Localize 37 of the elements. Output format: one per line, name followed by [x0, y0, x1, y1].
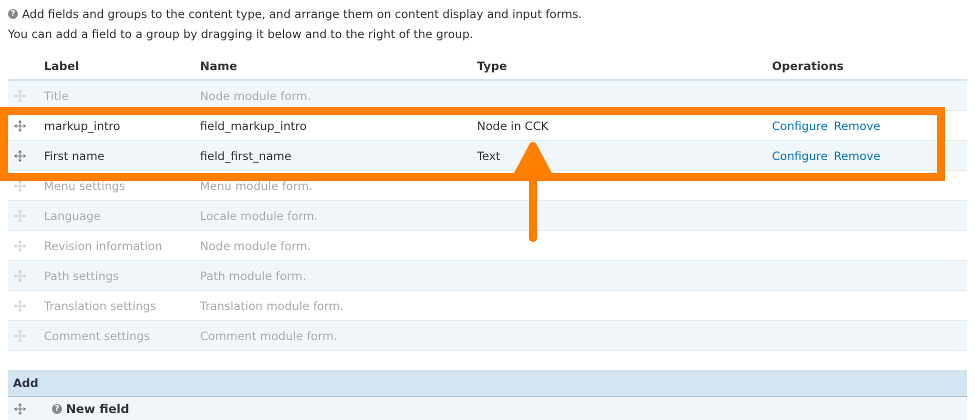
field-label: Title [44, 88, 69, 102]
help-icon: ? [52, 404, 62, 414]
column-header: Label [44, 58, 80, 72]
field-name: Path module form. [200, 268, 306, 282]
field-label: Comment settings [44, 328, 150, 342]
field-label: First name [44, 148, 104, 162]
column-header: Name [200, 58, 238, 72]
drag-handle-icon[interactable] [14, 150, 26, 162]
field-name: field_first_name [200, 148, 292, 162]
new-field-label: New field [66, 402, 130, 416]
help-text: You can add a field to a group by dragging it below and to the right of the group. [8, 26, 474, 43]
remove-link[interactable]: Remove [834, 118, 880, 132]
field-name: Comment module form. [200, 328, 338, 342]
help-text: Add fields and groups to the content type, and arrange them on content display and input forms. [22, 6, 582, 23]
field-name: Locale module form. [200, 208, 318, 222]
field-name: Node module form. [200, 238, 311, 252]
help-icon: ? [8, 9, 18, 19]
drag-handle-icon[interactable] [14, 120, 26, 132]
field-label: markup_intro [44, 118, 120, 132]
field-name: Menu module form. [200, 178, 312, 192]
column-header: Operations [772, 58, 844, 72]
field-label: Menu settings [44, 178, 126, 192]
remove-link[interactable]: Remove [834, 148, 880, 162]
field-name: field_markup_intro [200, 118, 307, 132]
field-label: Path settings [44, 268, 119, 282]
drag-handle-icon[interactable] [14, 403, 26, 415]
configure-link[interactable]: Configure [772, 148, 828, 162]
field-label: Language [44, 208, 101, 222]
field-type: Text [477, 148, 500, 162]
field-label: Translation settings [44, 298, 156, 312]
field-name: Translation module form. [200, 298, 344, 312]
field-type: Node in CCK [477, 118, 548, 132]
field-name: Node module form. [200, 88, 311, 102]
column-header: Type [477, 58, 508, 72]
add-section-header: Add [8, 370, 967, 397]
field-label: Revision information [44, 238, 162, 252]
configure-link[interactable]: Configure [772, 118, 828, 132]
